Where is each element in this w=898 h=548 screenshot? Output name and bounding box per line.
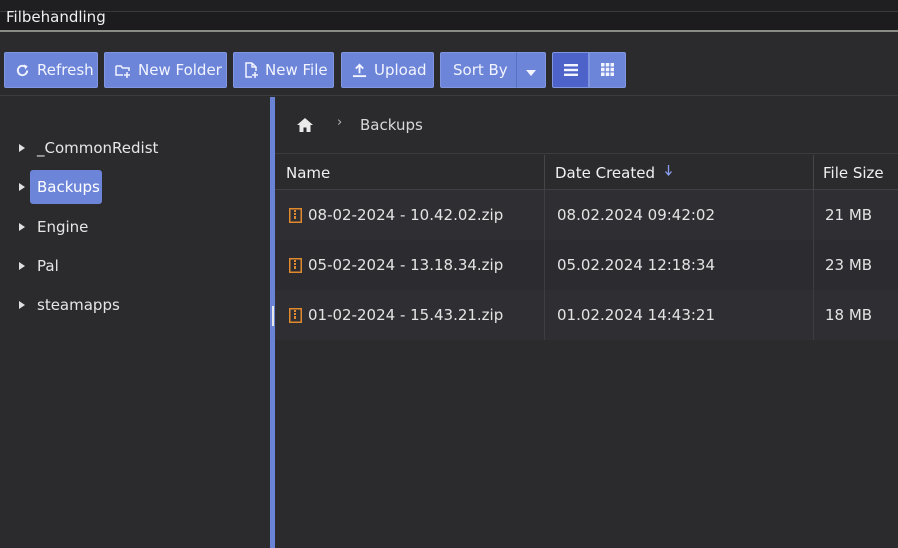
refresh-icon (15, 62, 30, 78)
list-view-icon (563, 61, 578, 80)
new-file-button[interactable]: New File (233, 52, 334, 88)
file-size-cell: 21 MB (825, 206, 873, 224)
new-file-label: New File (265, 61, 328, 79)
upload-label: Upload (374, 61, 427, 79)
upload-icon (352, 62, 367, 78)
sort-descending-icon (665, 165, 672, 179)
file-name-cell: 08-02-2024 - 10.42.02.zip (289, 190, 503, 240)
new-folder-icon (115, 62, 131, 78)
date-created-cell: 01.02.2024 14:43:21 (557, 306, 716, 324)
file-view: › Backups Name Date Created File Size 08… (275, 97, 898, 548)
column-divider (544, 190, 545, 240)
toolbar: Refresh New Folder New File Upload Sort … (0, 44, 898, 96)
table-header: Name Date Created File Size (275, 155, 898, 190)
tree-item-steamapps[interactable]: steamapps (0, 288, 270, 322)
file-name: 08-02-2024 - 10.42.02.zip (308, 206, 504, 224)
column-divider (813, 240, 814, 290)
tree-item-pal[interactable]: Pal (0, 249, 270, 283)
column-resizer[interactable] (544, 155, 545, 190)
new-folder-button[interactable]: New Folder (104, 52, 227, 88)
tree-item-label: Pal (37, 257, 59, 275)
file-size-cell: 18 MB (825, 306, 873, 324)
large-icons-view-button[interactable] (589, 52, 626, 88)
chevron-right-icon: › (337, 115, 343, 130)
tree-item-label: Engine (37, 218, 89, 236)
tree-item-label: _CommonRedist (37, 139, 159, 157)
column-header-date-created[interactable]: Date Created (555, 155, 655, 190)
refresh-button[interactable]: Refresh (4, 52, 98, 88)
new-file-icon (244, 62, 258, 78)
chevron-down-icon (526, 61, 536, 80)
folder-tree: _CommonRedist Backups Engine Pal steamap… (0, 97, 270, 548)
sort-by-label: Sort By (453, 61, 508, 79)
title-bar: Filbehandling (0, 0, 898, 44)
title-bar-strip (0, 0, 898, 11)
grid-view-icon (601, 61, 614, 80)
column-divider (813, 190, 814, 240)
zip-file-icon (289, 207, 302, 223)
column-header-name[interactable]: Name (286, 155, 330, 190)
tree-item-label: Backups (37, 178, 100, 196)
tree-item-label: steamapps (37, 296, 120, 314)
expand-arrow-icon[interactable] (19, 262, 25, 270)
expand-arrow-icon[interactable] (19, 223, 25, 231)
splitter-handle[interactable] (272, 306, 274, 326)
breadcrumb-current[interactable]: Backups (360, 116, 423, 134)
expand-arrow-icon[interactable] (19, 144, 25, 152)
table-row[interactable]: 08-02-2024 - 10.42.02.zip 08.02.2024 09:… (275, 190, 898, 240)
tree-item-engine[interactable]: Engine (0, 210, 270, 244)
home-icon[interactable] (297, 117, 313, 136)
new-folder-label: New Folder (138, 61, 222, 79)
column-divider (813, 290, 814, 340)
column-divider (544, 240, 545, 290)
breadcrumb: › Backups (275, 97, 898, 154)
window-title: Filbehandling (6, 8, 106, 26)
zip-file-icon (289, 257, 302, 273)
tree-item-backups[interactable]: Backups (0, 170, 270, 204)
date-created-cell: 05.02.2024 12:18:34 (557, 256, 716, 274)
sort-by-button[interactable]: Sort By (440, 52, 517, 88)
column-header-file-size[interactable]: File Size (823, 155, 884, 190)
upload-button[interactable]: Upload (341, 52, 434, 88)
column-divider (544, 290, 545, 340)
file-size-cell: 23 MB (825, 256, 873, 274)
table-row[interactable]: 05-02-2024 - 13.18.34.zip 05.02.2024 12:… (275, 240, 898, 290)
tree-item-commonredist[interactable]: _CommonRedist (0, 131, 270, 165)
date-created-cell: 08.02.2024 09:42:02 (557, 206, 716, 224)
file-name-cell: 05-02-2024 - 13.18.34.zip (289, 240, 503, 290)
title-bar-divider (0, 11, 898, 12)
table-row[interactable]: 01-02-2024 - 15.43.21.zip 01.02.2024 14:… (275, 290, 898, 340)
file-name-cell: 01-02-2024 - 15.43.21.zip (289, 290, 503, 340)
expand-arrow-icon[interactable] (19, 301, 25, 309)
title-bar-gap (0, 32, 898, 44)
column-resizer[interactable] (813, 155, 814, 190)
sort-by-dropdown-toggle[interactable] (516, 52, 546, 88)
details-view-button[interactable] (552, 52, 589, 88)
expand-arrow-icon[interactable] (19, 183, 25, 191)
zip-file-icon (289, 307, 302, 323)
file-name: 01-02-2024 - 15.43.21.zip (308, 306, 504, 324)
refresh-label: Refresh (37, 61, 94, 79)
file-name: 05-02-2024 - 13.18.34.zip (308, 256, 504, 274)
